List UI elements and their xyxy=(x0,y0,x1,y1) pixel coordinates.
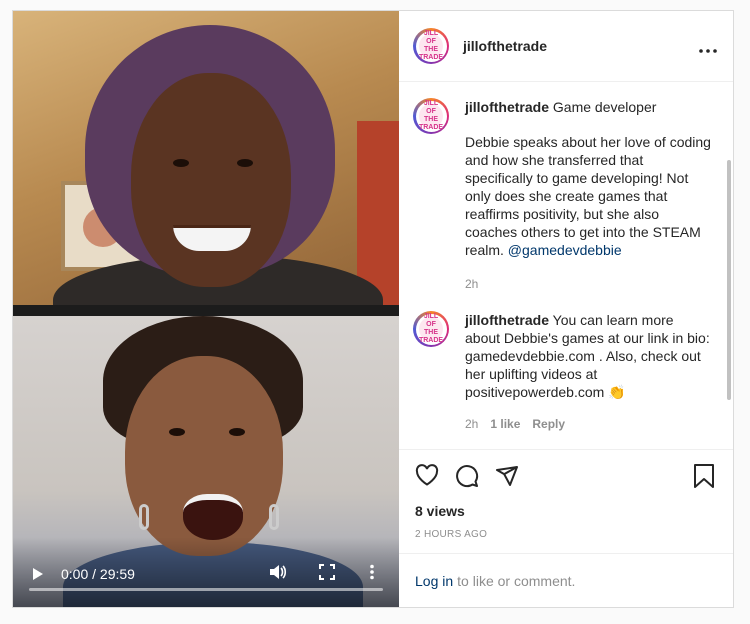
video-progress-bar[interactable] xyxy=(29,588,383,591)
post-sidebar: JILL OF THE TRADE jillofthetrade JILL OF… xyxy=(399,11,733,607)
person-mouth xyxy=(183,494,243,540)
comment-time[interactable]: 2h xyxy=(465,415,478,433)
heart-icon[interactable] xyxy=(415,464,439,491)
avatar[interactable]: JILL OF THE TRADE xyxy=(413,98,449,134)
fullscreen-icon[interactable] xyxy=(319,563,335,585)
caption-comment: JILL OF THE TRADE jillofthetrade Game de… xyxy=(413,98,717,293)
person-eye xyxy=(169,428,185,436)
person-eye xyxy=(229,428,245,436)
view-count[interactable]: 8 views xyxy=(399,503,733,523)
background-wall xyxy=(357,121,399,305)
caption-title: Game developer xyxy=(552,99,657,115)
login-text: to like or comment. xyxy=(457,572,576,589)
share-icon[interactable] xyxy=(495,464,519,493)
video-controls: 0:00 / 29:59 xyxy=(13,537,399,607)
action-bar xyxy=(399,449,733,503)
video-feed-top xyxy=(13,11,399,305)
avatar-logo: JILL OF THE TRADE xyxy=(418,100,444,131)
caption-text: Debbie speaks about her love of coding a… xyxy=(465,134,711,258)
comment: JILL OF THE TRADE jillofthetrade You can… xyxy=(413,311,717,433)
login-prompt: Log in to like or comment. xyxy=(399,553,733,607)
reply-button[interactable]: Reply xyxy=(532,415,565,433)
comments-scrollbar[interactable] xyxy=(727,160,731,400)
video-time: 0:00 / 29:59 xyxy=(61,566,135,582)
volume-icon[interactable] xyxy=(269,564,287,585)
video-divider xyxy=(13,305,399,316)
person-eye xyxy=(237,159,253,167)
instagram-post: 0:00 / 29:59 JILL OF THE TRADE jillofthe… xyxy=(12,10,734,608)
comment-username[interactable]: jillofthetrade xyxy=(465,99,549,115)
post-header: JILL OF THE TRADE jillofthetrade xyxy=(399,11,733,82)
post-timestamp: 2 HOURS AGO xyxy=(415,529,488,540)
avatar[interactable]: JILL OF THE TRADE xyxy=(413,311,449,347)
person-eye xyxy=(173,159,189,167)
avatar-logo: JILL OF THE TRADE xyxy=(418,30,444,61)
clap-emoji: 👏 xyxy=(608,384,626,400)
avatar[interactable]: JILL OF THE TRADE xyxy=(413,28,449,64)
more-vertical-icon[interactable] xyxy=(369,564,375,585)
comment-username[interactable]: jillofthetrade xyxy=(465,312,549,328)
header-username[interactable]: jillofthetrade xyxy=(463,38,547,54)
person-earring xyxy=(139,504,149,530)
play-icon[interactable] xyxy=(33,568,43,580)
more-horizontal-icon[interactable] xyxy=(699,37,717,58)
person-face xyxy=(131,73,291,287)
mention-link[interactable]: @gamedevdebbie xyxy=(508,242,622,258)
bookmark-icon[interactable] xyxy=(693,464,715,493)
comments-list: JILL OF THE TRADE jillofthetrade Game de… xyxy=(399,82,733,449)
avatar-logo: JILL OF THE TRADE xyxy=(418,313,444,344)
video-player[interactable]: 0:00 / 29:59 xyxy=(13,11,399,607)
comment-time[interactable]: 2h xyxy=(465,275,478,293)
login-link[interactable]: Log in xyxy=(415,573,453,589)
person-earring xyxy=(269,504,279,530)
comment-icon[interactable] xyxy=(455,464,479,493)
comment-likes[interactable]: 1 like xyxy=(490,415,520,433)
